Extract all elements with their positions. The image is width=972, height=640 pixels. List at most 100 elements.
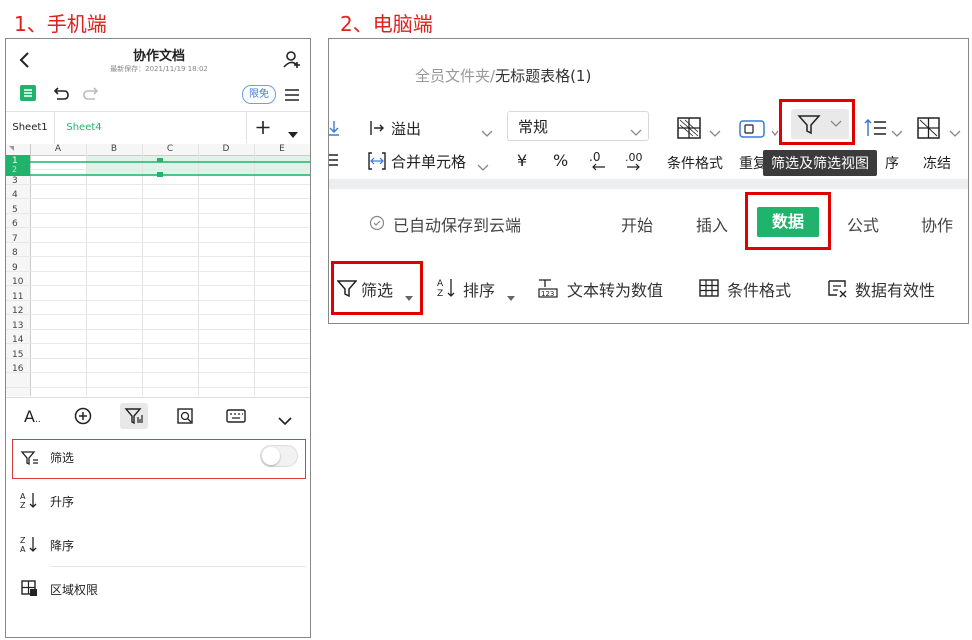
limited-badge[interactable]: 限免 [242,85,276,104]
breadcrumb: 全员文件夹/无标题表格(1) [415,65,591,86]
currency-button[interactable]: ¥ [517,151,527,170]
row-header[interactable]: 10 [12,277,23,287]
tab-collaborate[interactable]: 协作 [921,212,953,236]
column-header[interactable]: D [198,144,254,155]
column-header[interactable]: C [142,144,198,155]
desktop-caption: 2、电脑端 [340,12,433,36]
chevron-down-icon[interactable] [891,123,903,142]
tab-data[interactable]: 数据 [757,207,819,237]
decrease-decimal-icon[interactable]: .0 [587,149,609,177]
row-header[interactable]: 12 [12,306,23,316]
ribbon-sort[interactable]: 排序 [463,277,495,301]
increase-decimal-icon[interactable]: .00 [623,149,647,177]
spreadsheet-grid[interactable]: A B C D E 1 2 3 4 5 6 7 8 9 10 11 12 13 … [6,144,310,396]
ribbon-conditional-format[interactable]: 条件格式 [727,277,791,301]
row-header[interactable]: 8 [12,248,18,258]
row-header[interactable]: 2 [12,165,17,174]
svg-text:123: 123 [541,290,554,298]
sort-icon: AZ [437,277,457,303]
keyboard-icon[interactable] [226,408,246,428]
chevron-down-icon[interactable] [477,157,489,176]
last-saved: 最新保存：2021/11/19 18:02 [110,65,208,73]
overflow-label[interactable]: 溢出 [391,118,421,139]
border-bottom-icon[interactable] [329,119,339,141]
sort-asc-icon: AZ [20,491,38,513]
add-sheet-icon[interactable] [246,112,279,143]
add-user-icon[interactable] [282,49,302,73]
doc-title: 协作文档 [132,49,185,64]
redo-icon[interactable] [82,85,100,105]
freeze-label[interactable]: 冻结 [923,153,951,173]
row-header[interactable]: 14 [12,335,23,345]
chevron-down-icon [630,122,642,141]
menu-item-sort-desc[interactable]: 降序 [50,537,74,554]
line-spacing-icon[interactable] [863,117,887,143]
column-header[interactable]: B [86,144,142,155]
undo-icon[interactable] [52,85,70,105]
tab-start[interactable]: 开始 [621,212,653,236]
divider [50,566,306,567]
merge-cells-label[interactable]: 合并单元格 [391,151,466,172]
sheet-mode-icon[interactable] [20,85,36,101]
cell-style-icon[interactable] [739,119,767,143]
svg-text:A: A [437,279,444,289]
mobile-caption: 1、手机端 [14,12,107,36]
add-circle-icon[interactable] [74,407,92,429]
sheet-tab-active[interactable]: Sheet4 [56,112,112,143]
breadcrumb-root[interactable]: 全员文件夹/ [415,67,495,85]
column-header[interactable]: A [30,144,86,155]
mobile-screen: 协作文档 最新保存：2021/11/19 18:02 限免 Sheet1 She… [5,38,311,638]
row-header[interactable]: 4 [12,190,18,200]
row-header[interactable]: 7 [12,234,18,244]
grid-icon [699,279,719,301]
filter-icon [336,279,358,301]
chevron-down-icon[interactable] [771,123,779,142]
align-icon[interactable] [329,153,339,173]
row-header[interactable]: 13 [12,321,23,331]
text-format-icon[interactable]: A.. [24,407,41,426]
conditional-format-label[interactable]: 条件格式 [667,153,723,173]
menu-item-range-permission[interactable]: 区域权限 [50,581,98,598]
row-header[interactable]: 5 [12,205,18,215]
row-header[interactable]: 15 [12,350,23,360]
menu-item-sort-asc[interactable]: 升序 [50,493,74,510]
filter-icon[interactable] [791,109,849,139]
filter-menu-icon [20,449,40,471]
filter-icon[interactable] [120,403,148,429]
filter-toggle[interactable] [260,445,298,467]
row-header[interactable]: 6 [12,219,18,229]
sheet-list-icon[interactable] [288,124,298,143]
column-header[interactable]: E [254,144,310,155]
freeze-grid-icon[interactable] [917,117,941,143]
chevron-down-icon[interactable] [405,286,413,305]
menu-item-filter[interactable]: 筛选 [50,449,74,466]
ribbon-text-to-number[interactable]: 文本转为数值 [567,277,663,301]
svg-text:Z: Z [437,289,443,299]
chevron-down-icon[interactable] [949,123,961,142]
svg-text:Z: Z [20,536,26,545]
tab-insert[interactable]: 插入 [696,212,728,236]
chevron-down-icon[interactable] [481,123,493,142]
ribbon-data-validation[interactable]: 数据有效性 [855,277,935,301]
sheet-tab[interactable]: Sheet1 [6,112,55,144]
chevron-down-icon[interactable] [709,123,721,142]
number-format-select[interactable]: 常规 [507,111,649,141]
sort-label-partial[interactable]: 序 [885,153,899,173]
autosave-check-icon [369,215,385,235]
percent-button[interactable]: % [553,151,568,170]
merge-cells-icon[interactable] [367,151,387,175]
chevron-down-icon[interactable] [278,411,292,430]
borders-icon[interactable] [677,117,703,143]
menu-icon[interactable] [284,87,300,106]
find-icon[interactable] [176,407,194,429]
ribbon-filter[interactable]: 筛选 [361,277,393,301]
chevron-down-icon[interactable] [507,286,515,305]
row-header[interactable]: 3 [12,176,18,186]
row-header[interactable]: 16 [12,364,23,374]
row-header[interactable]: 11 [12,292,23,302]
tab-formula[interactable]: 公式 [847,212,879,236]
range-permission-icon [20,579,38,601]
row-header[interactable]: 9 [12,263,18,273]
breadcrumb-file[interactable]: 无标题表格(1) [495,67,591,85]
overflow-icon[interactable] [369,119,387,141]
